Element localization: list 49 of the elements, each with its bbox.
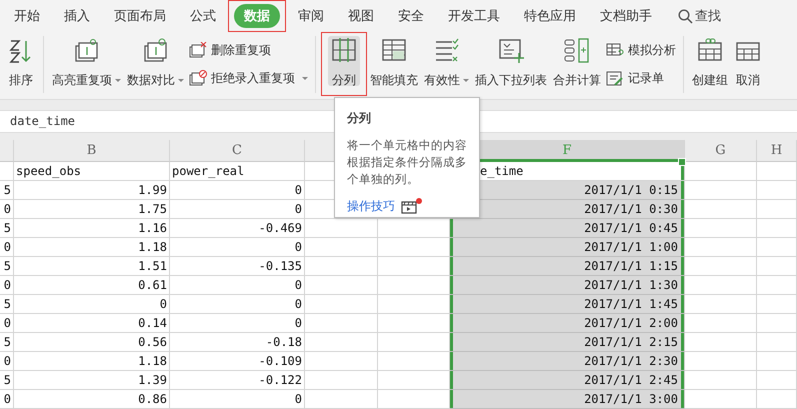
table-cell: 0 [0, 238, 14, 257]
table-cell: 2017/1/1 1:30 [450, 276, 685, 295]
table-cell: 2017/1/1 2:30 [450, 352, 685, 371]
table-cell: 0 [170, 181, 305, 200]
table-cell: 0 [0, 276, 14, 295]
table-cell: 0 [0, 390, 14, 409]
table-cell: 5 [0, 371, 14, 390]
table-cell: 2017/1/1 1:00 [450, 238, 685, 257]
table-cell: 1.18 [14, 352, 170, 371]
table-cell: -0.109 [170, 352, 305, 371]
table-cell: 0 [170, 314, 305, 333]
table-cell: 1.16 [14, 219, 170, 238]
table-cell: 5 [0, 295, 14, 314]
table-cell: -0.122 [170, 371, 305, 390]
table-cell: 2017/1/1 2:45 [450, 371, 685, 390]
table-cell: 1.18 [14, 238, 170, 257]
table-cell: 0 [14, 295, 170, 314]
table-cell: -0.18 [170, 333, 305, 352]
table-cell: 0.61 [14, 276, 170, 295]
table-cell: 0.56 [14, 333, 170, 352]
table-cell: 2017/1/1 3:00 [450, 390, 685, 409]
table-cell: 2017/1/1 2:00 [450, 314, 685, 333]
table-cell: 0 [0, 314, 14, 333]
table-cell: 2017/1/1 0:45 [450, 219, 685, 238]
table-cell: 1.39 [14, 371, 170, 390]
table-cell: 0 [170, 390, 305, 409]
table-cell: 0 [170, 200, 305, 219]
table-cell: 0 [170, 238, 305, 257]
table-cell: -0.135 [170, 257, 305, 276]
table-cell: 1.75 [14, 200, 170, 219]
table-cell: 2017/1/1 1:15 [450, 257, 685, 276]
table-cell: 0.14 [14, 314, 170, 333]
tooltip-title: 分列 [347, 110, 372, 127]
table-cell: 5 [0, 181, 14, 200]
table-cell: 0 [0, 200, 14, 219]
table-cell: power_real [170, 162, 305, 181]
table-cell: 2017/1/1 2:15 [450, 333, 685, 352]
table-cell: 2017/1/1 1:45 [450, 295, 685, 314]
table-cell: speed_obs [14, 162, 170, 181]
table-cell: 0 [0, 352, 14, 371]
table-cell: 0.86 [14, 390, 170, 409]
table-cell: -0.469 [170, 219, 305, 238]
table-cell: 5 [0, 219, 14, 238]
table-cell: 1.51 [14, 257, 170, 276]
table-cell: 1.99 [14, 181, 170, 200]
table-cell: 0 [170, 276, 305, 295]
table-cell: 5 [0, 333, 14, 352]
table-cell: 0 [170, 295, 305, 314]
table-cell: 5 [0, 257, 14, 276]
